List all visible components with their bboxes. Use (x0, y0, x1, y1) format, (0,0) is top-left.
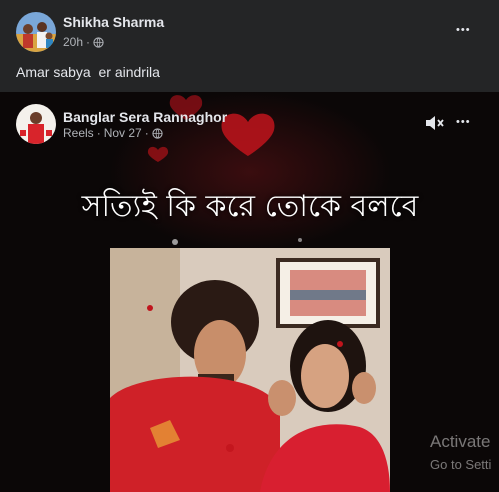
windows-activation-hint: Go to Setti (430, 457, 492, 472)
meta-separator: · (86, 35, 91, 49)
reel-date[interactable]: Nov 27 (104, 126, 142, 140)
globe-icon[interactable] (93, 36, 104, 48)
reel-meta: Reels · Nov 27 · (63, 126, 163, 140)
reels-label[interactable]: Reels (63, 126, 94, 140)
reel-video-frame[interactable] (110, 248, 390, 492)
post-time[interactable]: 20h (63, 35, 83, 49)
meta-separator: · (144, 126, 149, 140)
more-options-icon[interactable]: ••• (456, 25, 471, 36)
globe-icon[interactable] (152, 127, 163, 139)
page-name[interactable]: Banglar Sera Rannaghor (63, 109, 227, 125)
reel-more-options-icon[interactable]: ••• (456, 117, 471, 128)
author-name[interactable]: Shikha Sharma (63, 14, 164, 30)
page-avatar[interactable] (16, 104, 56, 144)
meta-separator: · (96, 126, 101, 140)
windows-activation-watermark: Activate (430, 432, 491, 451)
post-card: Shikha Sharma 20h · ••• Amar sabya er ai… (0, 0, 499, 92)
author-avatar[interactable] (16, 12, 56, 52)
post-text: Amar sabya er aindrila (16, 64, 160, 80)
speaker-muted-icon[interactable] (424, 114, 444, 132)
reel-caption: সত্যিই কি করে তোকে বলবে (81, 188, 419, 224)
shared-reel[interactable]: Banglar Sera Rannaghor Reels · Nov 27 · … (0, 92, 499, 492)
post-meta: 20h · (63, 35, 104, 49)
